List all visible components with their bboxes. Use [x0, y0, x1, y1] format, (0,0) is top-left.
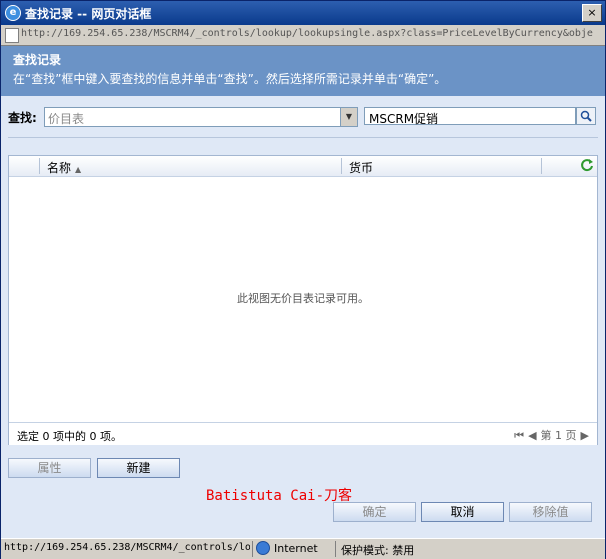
- search-input[interactable]: MSCRM促销: [364, 107, 576, 126]
- divider: [8, 137, 598, 138]
- ie-icon: e: [5, 5, 21, 21]
- new-button[interactable]: 新建: [97, 458, 180, 478]
- status-separator: [252, 541, 253, 557]
- header-description: 在“查找”框中键入要查找的信息并单击“查找”。然后选择所需记录并单击“确定”。: [13, 72, 447, 86]
- status-url: http://169.254.65.238/MSCRM4/_controls/l…: [4, 542, 250, 553]
- next-page-icon[interactable]: ▶: [581, 429, 589, 442]
- search-button[interactable]: [576, 107, 596, 125]
- column-separator: [39, 158, 40, 174]
- search-label: 查找:: [8, 111, 37, 125]
- first-page-icon[interactable]: ⏮: [514, 429, 524, 442]
- lookup-dialog-window: e 查找记录 -- 网页对话框 × http://169.254.65.238/…: [0, 0, 606, 559]
- column-separator: [341, 158, 342, 174]
- page-icon: [5, 28, 19, 43]
- dialog-header: 查找记录 在“查找”框中键入要查找的信息并单击“查找”。然后选择所需记录并单击“…: [1, 46, 605, 96]
- search-row: 查找: 价目表 ▼ MSCRM促销: [1, 105, 605, 129]
- status-bar: http://169.254.65.238/MSCRM4/_controls/l…: [1, 538, 605, 559]
- ok-button[interactable]: 确定: [333, 502, 416, 522]
- page-label: 第 1 页: [540, 429, 577, 442]
- refresh-icon[interactable]: [580, 158, 594, 172]
- watermark-text: Batistuta Cai-刀客: [206, 488, 353, 504]
- address-bar: http://169.254.65.238/MSCRM4/_controls/l…: [1, 25, 605, 46]
- security-zone: Internet: [274, 542, 318, 555]
- look-in-value: 价目表: [48, 112, 85, 126]
- header-title: 查找记录: [13, 53, 62, 67]
- sort-ascending-icon: ▲: [75, 165, 82, 174]
- cancel-button[interactable]: 取消: [421, 502, 504, 522]
- column-name-label: 名称: [47, 161, 72, 175]
- grid-header: 名称 ▲ 货币: [9, 156, 597, 177]
- pager: ⏮ ◀ 第 1 页 ▶: [510, 427, 589, 443]
- search-icon: [580, 110, 592, 122]
- title-bar: e 查找记录 -- 网页对话框 ×: [1, 1, 605, 25]
- close-button[interactable]: ×: [582, 4, 602, 22]
- remove-value-button[interactable]: 移除值: [509, 502, 592, 522]
- selection-status: 选定 0 项中的 0 项。: [17, 430, 122, 443]
- protected-mode: 保护模式: 禁用: [341, 544, 415, 557]
- column-header-name[interactable]: 名称 ▲: [47, 159, 81, 176]
- empty-view-message: 此视图无价目表记录可用。: [237, 292, 369, 305]
- column-header-currency[interactable]: 货币: [349, 159, 373, 176]
- column-separator: [541, 158, 542, 174]
- globe-icon: [256, 541, 270, 555]
- address-url: http://169.254.65.238/MSCRM4/_controls/l…: [21, 28, 593, 39]
- window-title: 查找记录 -- 网页对话框: [25, 7, 152, 21]
- properties-button[interactable]: 属性: [8, 458, 91, 478]
- results-grid: 名称 ▲ 货币 此视图无价目表记录可用。 选定 0 项中的 0 项。 ⏮ ◀ 第 1 …: [8, 155, 598, 445]
- chevron-down-icon[interactable]: ▼: [340, 108, 357, 126]
- previous-page-icon[interactable]: ◀: [528, 429, 536, 442]
- look-in-select[interactable]: 价目表 ▼: [44, 107, 358, 127]
- grid-footer: 选定 0 项中的 0 项。 ⏮ ◀ 第 1 页 ▶: [9, 422, 597, 445]
- column-currency-label: 货币: [349, 161, 374, 175]
- status-separator: [335, 541, 336, 557]
